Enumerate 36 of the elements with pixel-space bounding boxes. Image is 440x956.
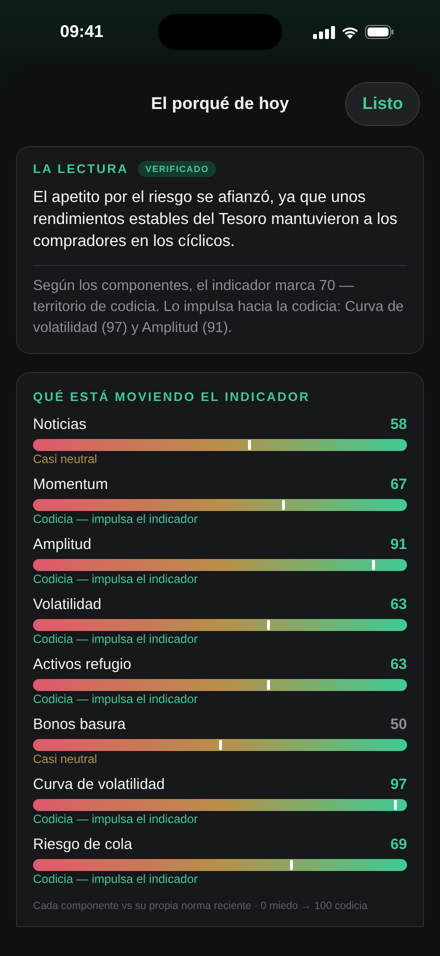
driver-note: Codicia — impulsa el indicador	[33, 572, 199, 586]
driver-value: 58	[390, 416, 407, 433]
wifi-icon	[341, 26, 359, 38]
detail-text: Según los componentes, el indicador marca 70 — territorio de codicia. Lo impulsa hacia la codicia: Curva de volatilidad (97) y Amplitud (91).	[33, 277, 405, 338]
driver-note: Casi neutral	[33, 452, 98, 466]
driver-note: Codicia — impulsa el indicador	[33, 872, 199, 886]
section-heading: QUÉ ESTÁ MOVIENDO EL INDICADOR	[33, 390, 310, 404]
driver-value: 63	[390, 656, 407, 673]
driver-name: Amplitud	[33, 536, 92, 553]
driver-value: 97	[390, 776, 407, 793]
driver-name: Noticias	[33, 416, 86, 433]
driver-note: Codicia — impulsa el indicador	[33, 812, 199, 826]
driver-name: Curva de volatilidad	[33, 776, 165, 793]
driver-note: Codicia — impulsa el indicador	[33, 692, 199, 706]
driver-value: 91	[390, 536, 407, 553]
driver-value: 67	[390, 476, 407, 493]
section-heading: LA LECTURA	[33, 162, 128, 176]
signal-icon	[313, 26, 335, 38]
verified-badge: VERIFICADO	[138, 161, 216, 177]
driver-name: Bonos basura	[33, 716, 126, 733]
driver-value: 63	[390, 596, 407, 613]
driver-name: Riesgo de cola	[33, 836, 132, 853]
driver-note: Casi neutral	[33, 752, 98, 766]
driver-note: Codicia — impulsa el indicador	[33, 632, 199, 646]
battery-icon	[365, 25, 394, 39]
summary-text: El apetito por el riesgo se afianzó, ya que unos rendimientos estables del Tesoro mantuvieron a los compradores en los cíclicos.	[33, 188, 398, 252]
driver-note: Codicia — impulsa el indicador	[33, 512, 199, 526]
done-button[interactable]: Listo	[345, 82, 420, 126]
driver-name: Volatilidad	[33, 596, 102, 613]
sheet-title: El porqué de hoy	[151, 94, 289, 114]
status-time: 09:41	[60, 22, 104, 42]
driver-name: Momentum	[33, 476, 108, 493]
footnote-text: Cada componente vs su propia norma reciente · 0 miedo → 100 codicia	[33, 900, 368, 912]
driver-value: 50	[390, 716, 407, 733]
driver-name: Activos refugio	[33, 656, 132, 673]
driver-value: 69	[390, 836, 407, 853]
